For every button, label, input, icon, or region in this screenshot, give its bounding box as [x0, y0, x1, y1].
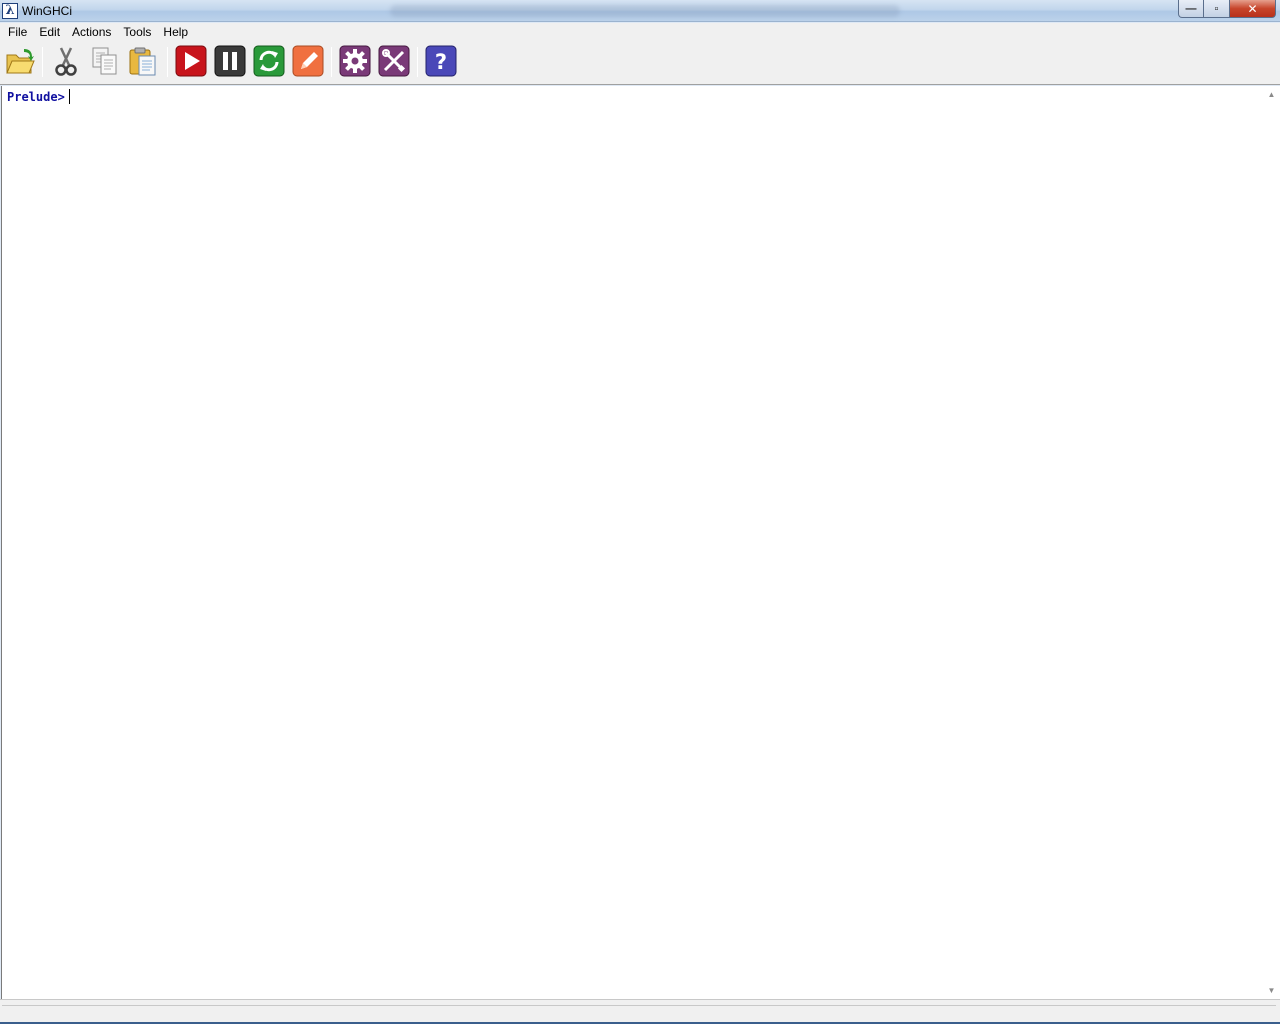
- pause-button[interactable]: [214, 45, 246, 77]
- menu-help[interactable]: Help: [157, 23, 194, 41]
- maximize-icon: ▫: [1214, 2, 1219, 15]
- menu-actions[interactable]: Actions: [66, 23, 117, 41]
- pause-icon: [214, 45, 246, 77]
- toolbar-separator: [42, 47, 43, 77]
- open-button[interactable]: [4, 45, 36, 77]
- help-icon: ?: [425, 45, 457, 77]
- vertical-scrollbar[interactable]: ▲ ▼: [1263, 86, 1280, 999]
- help-button[interactable]: ?: [425, 45, 457, 77]
- menu-file[interactable]: File: [2, 23, 33, 41]
- edit-icon: [292, 45, 324, 77]
- svg-text:?: ?: [435, 50, 447, 74]
- scroll-up-arrow-icon[interactable]: ▲: [1263, 86, 1280, 103]
- cut-button[interactable]: [50, 45, 82, 77]
- window-title: WinGHCi: [22, 4, 72, 18]
- menu-bar: File Edit Actions Tools Help: [0, 23, 1280, 41]
- toolbar-separator: [167, 47, 168, 77]
- background-window-title-blur: [390, 5, 900, 17]
- title-bar[interactable]: λ WinGHCi — ▫ ✕: [0, 0, 1280, 22]
- ghci-prompt: Prelude>: [7, 90, 65, 104]
- paste-button[interactable]: [127, 45, 159, 77]
- close-button[interactable]: ✕: [1230, 0, 1276, 18]
- paste-icon: [129, 47, 156, 76]
- open-icon: [6, 49, 35, 74]
- menu-tools[interactable]: Tools: [117, 23, 157, 41]
- reload-button[interactable]: [253, 45, 285, 77]
- minimize-icon: —: [1185, 2, 1197, 15]
- close-icon: ✕: [1247, 1, 1258, 16]
- copy-icon: [92, 47, 117, 75]
- run-button[interactable]: [175, 45, 207, 77]
- toolbar: ?: [0, 41, 1280, 85]
- tools-icon: [378, 45, 410, 77]
- text-caret: [68, 89, 70, 104]
- edit-button[interactable]: [292, 45, 324, 77]
- console-output[interactable]: Prelude>: [1, 86, 1263, 999]
- scroll-down-arrow-icon[interactable]: ▼: [1263, 982, 1280, 999]
- options-button[interactable]: [339, 45, 371, 77]
- gear-icon: [339, 45, 371, 77]
- status-panel: [2, 1005, 1276, 1023]
- run-icon: [175, 45, 207, 77]
- tools-button[interactable]: [378, 45, 410, 77]
- copy-button[interactable]: [89, 45, 121, 77]
- maximize-button[interactable]: ▫: [1204, 0, 1230, 18]
- toolbar-separator: [331, 47, 332, 77]
- console-prompt-line: Prelude>: [7, 89, 70, 104]
- status-bar: [0, 999, 1280, 1024]
- lambda-app-icon[interactable]: λ: [2, 3, 18, 19]
- cut-icon: [55, 47, 77, 76]
- menu-edit[interactable]: Edit: [33, 23, 66, 41]
- window-controls: — ▫ ✕: [1178, 0, 1276, 18]
- minimize-button[interactable]: —: [1178, 0, 1204, 18]
- toolbar-separator: [417, 47, 418, 77]
- reload-icon: [253, 45, 285, 77]
